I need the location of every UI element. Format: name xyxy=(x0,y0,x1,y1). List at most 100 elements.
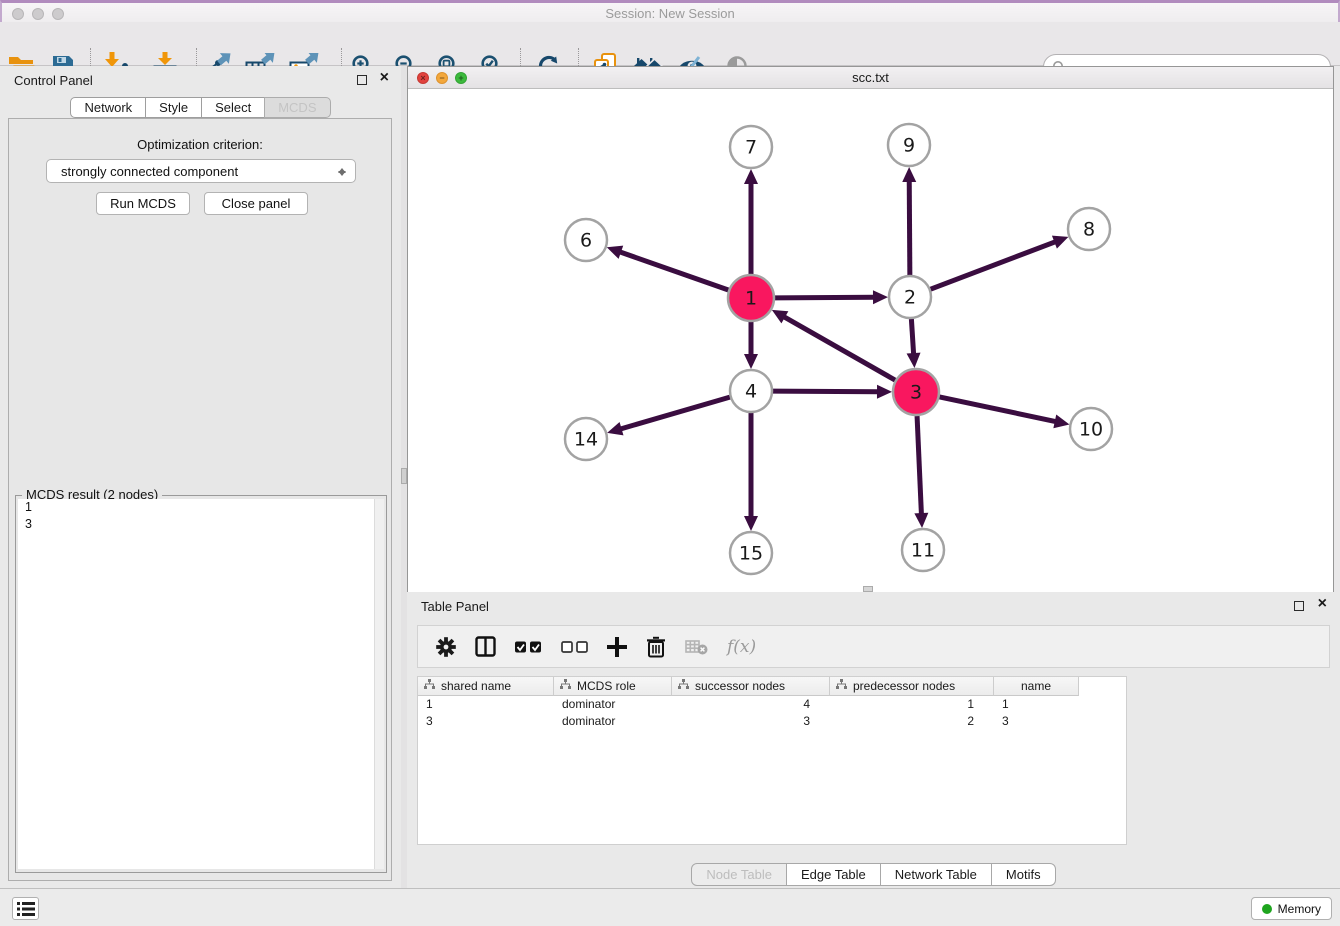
graph-node-4[interactable]: 4 xyxy=(730,370,772,412)
column-header-mcds-role[interactable]: MCDS role xyxy=(554,677,672,696)
network-view-title: scc.txt xyxy=(408,70,1333,85)
mcds-result-group: MCDS result (2 nodes) 13 xyxy=(15,495,387,873)
mcds-result-list[interactable]: 13 xyxy=(18,499,384,869)
create-new-column-plus-icon[interactable] xyxy=(607,637,627,657)
graph-node-3[interactable]: 3 xyxy=(893,369,939,415)
column-header-successor-nodes[interactable]: successor nodes xyxy=(672,677,830,696)
table-cell[interactable]: 3 xyxy=(672,713,830,730)
table-cell[interactable]: 3 xyxy=(994,713,1079,730)
table-row[interactable]: 3dominator323 xyxy=(418,713,1079,730)
graph-edge-2-3[interactable] xyxy=(907,319,921,368)
graph-edge-2-9[interactable] xyxy=(902,167,916,275)
optimization-criterion-select[interactable]: strongly connected component xyxy=(46,159,356,183)
graph-edge-3-11[interactable] xyxy=(914,416,928,528)
graph-edge-4-3[interactable] xyxy=(773,385,892,399)
table-options-gear-icon[interactable] xyxy=(436,637,456,657)
graph-node-6[interactable]: 6 xyxy=(565,219,607,261)
table-cell[interactable]: 2 xyxy=(830,713,994,730)
graph-node-2[interactable]: 2 xyxy=(889,276,931,318)
graph-node-1[interactable]: 1 xyxy=(728,275,774,321)
svg-text:15: 15 xyxy=(739,543,763,565)
column-tree-icon xyxy=(678,679,689,693)
network-canvas[interactable]: 7 9 6 8 1 2 4 3 14 10 15 11 xyxy=(408,89,1333,592)
table-cell[interactable]: 1 xyxy=(418,696,554,713)
tab-motifs[interactable]: Motifs xyxy=(991,863,1056,886)
graph-edge-2-8[interactable] xyxy=(931,236,1069,290)
table-panel-title: Table Panel xyxy=(421,599,489,614)
svg-text:8: 8 xyxy=(1083,219,1095,241)
svg-text:6: 6 xyxy=(580,230,592,252)
table-panel: Table Panel × f(x) xyxy=(407,592,1340,888)
column-header-label: successor nodes xyxy=(695,679,785,693)
network-view-window: × − + scc.txt 7 9 6 8 1 2 4 3 14 10 15 11 xyxy=(407,66,1334,592)
mcds-panel: Optimization criterion: strongly connect… xyxy=(8,118,392,881)
graph-node-9[interactable]: 9 xyxy=(888,124,930,166)
task-history-button[interactable] xyxy=(12,897,39,920)
column-header-label: shared name xyxy=(441,679,511,693)
graph-edge-1-6[interactable] xyxy=(607,246,729,290)
main-toolbar xyxy=(0,22,1340,66)
column-header-label: name xyxy=(1021,679,1051,693)
graph-edge-3-1[interactable] xyxy=(772,310,895,380)
delete-columns-trash-icon[interactable] xyxy=(646,636,666,658)
graph-node-15[interactable]: 15 xyxy=(730,532,772,574)
select-all-columns-icon[interactable] xyxy=(515,641,542,653)
unselect-all-columns-icon[interactable] xyxy=(561,641,588,653)
tab-select[interactable]: Select xyxy=(201,97,265,118)
column-header-label: predecessor nodes xyxy=(853,679,955,693)
graph-node-14[interactable]: 14 xyxy=(565,418,607,460)
memory-button[interactable]: Memory xyxy=(1251,897,1332,920)
graph-node-7[interactable]: 7 xyxy=(730,126,772,168)
network-window-titlebar: × − + scc.txt xyxy=(408,67,1333,89)
graph-node-8[interactable]: 8 xyxy=(1068,208,1110,250)
graph-edge-1-7[interactable] xyxy=(744,169,758,274)
table-toolbar: f(x) xyxy=(417,625,1330,668)
table-cell[interactable]: 1 xyxy=(830,696,994,713)
graph-edge-1-4[interactable] xyxy=(744,322,758,369)
float-panel-icon[interactable] xyxy=(1294,601,1304,611)
table-cell[interactable]: 3 xyxy=(418,713,554,730)
close-panel-icon[interactable]: × xyxy=(380,68,389,88)
graph-node-10[interactable]: 10 xyxy=(1070,408,1112,450)
close-panel-icon[interactable]: × xyxy=(1318,594,1327,614)
result-list-item[interactable]: 1 xyxy=(18,499,384,516)
result-list-item[interactable]: 3 xyxy=(18,516,384,533)
svg-text:11: 11 xyxy=(911,540,935,562)
column-header-predecessor-nodes[interactable]: predecessor nodes xyxy=(830,677,994,696)
column-header-name[interactable]: name xyxy=(994,677,1079,696)
table-cell[interactable]: 4 xyxy=(672,696,830,713)
scrollbar-track[interactable] xyxy=(374,499,384,869)
column-tree-icon xyxy=(424,679,435,693)
delete-table-icon[interactable] xyxy=(685,639,708,655)
graph-edge-1-2[interactable] xyxy=(775,290,888,304)
graph-node-11[interactable]: 11 xyxy=(902,529,944,571)
column-header-shared-name[interactable]: shared name xyxy=(418,677,554,696)
memory-status-dot xyxy=(1262,904,1272,914)
function-builder-icon[interactable]: f(x) xyxy=(727,637,756,657)
show-column-panel-icon[interactable] xyxy=(475,636,496,657)
graph-edge-3-10[interactable] xyxy=(939,397,1069,428)
memory-label: Memory xyxy=(1278,902,1321,916)
table-row[interactable]: 1dominator411 xyxy=(418,696,1079,713)
control-panel-title: Control Panel xyxy=(14,73,93,88)
tab-mcds[interactable]: MCDS xyxy=(264,97,330,118)
run-mcds-button[interactable]: Run MCDS xyxy=(96,192,190,215)
table-cell[interactable]: dominator xyxy=(554,713,672,730)
tab-node-table[interactable]: Node Table xyxy=(691,863,787,886)
float-panel-icon[interactable] xyxy=(357,75,367,85)
svg-text:14: 14 xyxy=(574,429,598,451)
tab-network-table[interactable]: Network Table xyxy=(880,863,992,886)
graph-edge-4-15[interactable] xyxy=(744,413,758,531)
table-cell[interactable]: 1 xyxy=(994,696,1079,713)
graph-edge-4-14[interactable] xyxy=(607,397,730,435)
svg-text:4: 4 xyxy=(745,381,757,403)
close-panel-button[interactable]: Close panel xyxy=(204,192,308,215)
table-cell[interactable]: dominator xyxy=(554,696,672,713)
table-panel-tabs: Node TableEdge TableNetwork TableMotifs xyxy=(407,863,1340,886)
optimization-criterion-label: Optimization criterion: xyxy=(9,137,391,152)
tab-style[interactable]: Style xyxy=(145,97,202,118)
tab-edge-table[interactable]: Edge Table xyxy=(786,863,881,886)
column-header-label: MCDS role xyxy=(577,679,636,693)
status-bar: Memory xyxy=(0,888,1340,926)
tab-network[interactable]: Network xyxy=(70,97,146,118)
